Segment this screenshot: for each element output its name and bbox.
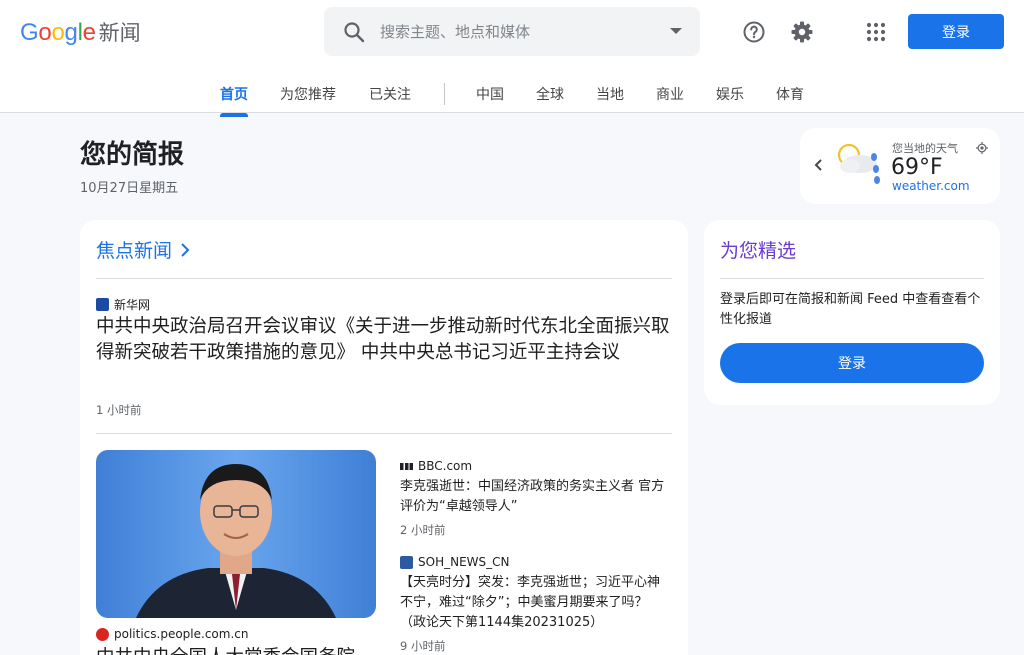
tab-local[interactable]: 当地 bbox=[596, 84, 624, 112]
chevron-left-icon[interactable] bbox=[813, 157, 825, 173]
side-story-1-headline[interactable]: 李克强逝世：中国经济政策的务实主义者 官方评价为“卓越领导人” bbox=[400, 477, 672, 517]
top-stories-title[interactable]: 焦点新闻 bbox=[96, 236, 190, 263]
photo-headline[interactable]: 中共中央全国人大常委会国务院 bbox=[96, 645, 376, 655]
logo-suffix: 新闻 bbox=[98, 21, 141, 45]
story-photo[interactable] bbox=[96, 450, 376, 618]
weather-source-link[interactable]: weather.com bbox=[892, 179, 970, 193]
tab-for-you[interactable]: 为您推荐 bbox=[280, 84, 336, 112]
tab-divider bbox=[444, 83, 445, 105]
chevron-right-icon bbox=[181, 242, 190, 257]
top-stories-title-text: 焦点新闻 bbox=[96, 240, 173, 262]
weather-label: 您当地的天气 bbox=[892, 142, 958, 155]
help-icon[interactable] bbox=[740, 18, 768, 46]
tab-world[interactable]: 全球 bbox=[536, 84, 564, 112]
location-icon[interactable] bbox=[976, 142, 988, 154]
side-story-1-source-name: BBC.com bbox=[418, 459, 473, 473]
partly-cloudy-rain-icon bbox=[837, 143, 880, 184]
logo-letter-o1: o bbox=[38, 19, 52, 46]
side-story-2-source-name: SOH_NEWS_CN bbox=[418, 555, 510, 569]
bbc-logo-icon bbox=[400, 462, 413, 470]
xinhua-logo-icon bbox=[96, 298, 109, 311]
gear-icon[interactable] bbox=[788, 18, 816, 46]
top-stories-card: 焦点新闻 新华网 中共中央政治局召开会议审议《关于进一步推动新时代东北全面振兴取… bbox=[80, 220, 688, 655]
search-icon[interactable] bbox=[342, 20, 366, 44]
lead-time: 1 小时前 bbox=[96, 403, 142, 417]
tab-entertainment[interactable]: 娱乐 bbox=[716, 84, 744, 112]
for-you-title: 为您精选 bbox=[720, 240, 797, 262]
side-story-1-source: BBC.com bbox=[400, 459, 472, 473]
tab-sports[interactable]: 体育 bbox=[776, 84, 804, 112]
top-header: G o o g l e 新闻 搜索主题、地点和媒体 登录 首页 为您推荐 已关注… bbox=[0, 0, 1024, 117]
side-story-2-source: SOH_NEWS_CN bbox=[400, 555, 509, 569]
logo-letter-o2: o bbox=[51, 19, 65, 46]
weather-temperature: 69°F bbox=[891, 155, 943, 180]
for-you-login-button[interactable]: 登录 bbox=[720, 343, 984, 383]
search-dropdown-chevron-down-icon[interactable] bbox=[670, 28, 682, 34]
tab-china[interactable]: 中国 bbox=[476, 84, 504, 112]
login-button[interactable]: 登录 bbox=[908, 14, 1004, 49]
divider bbox=[96, 278, 672, 279]
lead-source: 新华网 bbox=[96, 296, 150, 313]
soh-logo-icon bbox=[400, 555, 413, 569]
tab-business[interactable]: 商业 bbox=[656, 84, 684, 112]
search-box[interactable] bbox=[324, 7, 700, 56]
page-title: 您的简报 bbox=[80, 140, 185, 170]
for-you-text: 登录后即可在简报和新闻 Feed 中查看查看个性化报道 bbox=[720, 292, 981, 327]
photo-source: politics.people.com.cn bbox=[96, 627, 248, 641]
people-daily-logo-icon bbox=[96, 627, 109, 641]
page-date: 10月27日星期五 bbox=[80, 181, 179, 196]
divider bbox=[720, 278, 984, 279]
search-input[interactable] bbox=[380, 17, 650, 47]
apps-grid-icon[interactable] bbox=[862, 18, 890, 46]
side-story-2-time: 9 小时前 bbox=[400, 639, 446, 653]
portrait-image bbox=[96, 450, 376, 618]
for-you-card: 为您精选 登录后即可在简报和新闻 Feed 中查看查看个性化报道 登录 bbox=[704, 220, 1000, 405]
logo-letter-e: e bbox=[82, 19, 96, 46]
side-story-2-headline[interactable]: 【天亮时分】突发：李克强逝世；习近平心神不宁，难过“除夕”；中美蜜月期要来了吗？… bbox=[400, 573, 672, 633]
google-news-logo[interactable]: G o o g l e 新闻 bbox=[20, 17, 141, 49]
tab-home[interactable]: 首页 bbox=[220, 84, 248, 117]
section-tabs: 首页 为您推荐 已关注 中国 全球 当地 商业 娱乐 体育 bbox=[0, 80, 1024, 117]
tab-following[interactable]: 已关注 bbox=[369, 84, 411, 112]
lead-source-name: 新华网 bbox=[114, 298, 151, 312]
weather-widget[interactable]: 您当地的天气 69°F weather.com bbox=[800, 128, 1000, 204]
logo-letter-g2: g bbox=[64, 19, 78, 46]
side-story-1-time: 2 小时前 bbox=[400, 523, 446, 537]
photo-source-name: politics.people.com.cn bbox=[114, 627, 249, 641]
logo-letter-g1: G bbox=[20, 19, 39, 46]
divider bbox=[96, 433, 672, 434]
lead-headline[interactable]: 中共中央政治局召开会议审议《关于进一步推动新时代东北全面振兴取得新突破若干政策措… bbox=[96, 314, 672, 366]
